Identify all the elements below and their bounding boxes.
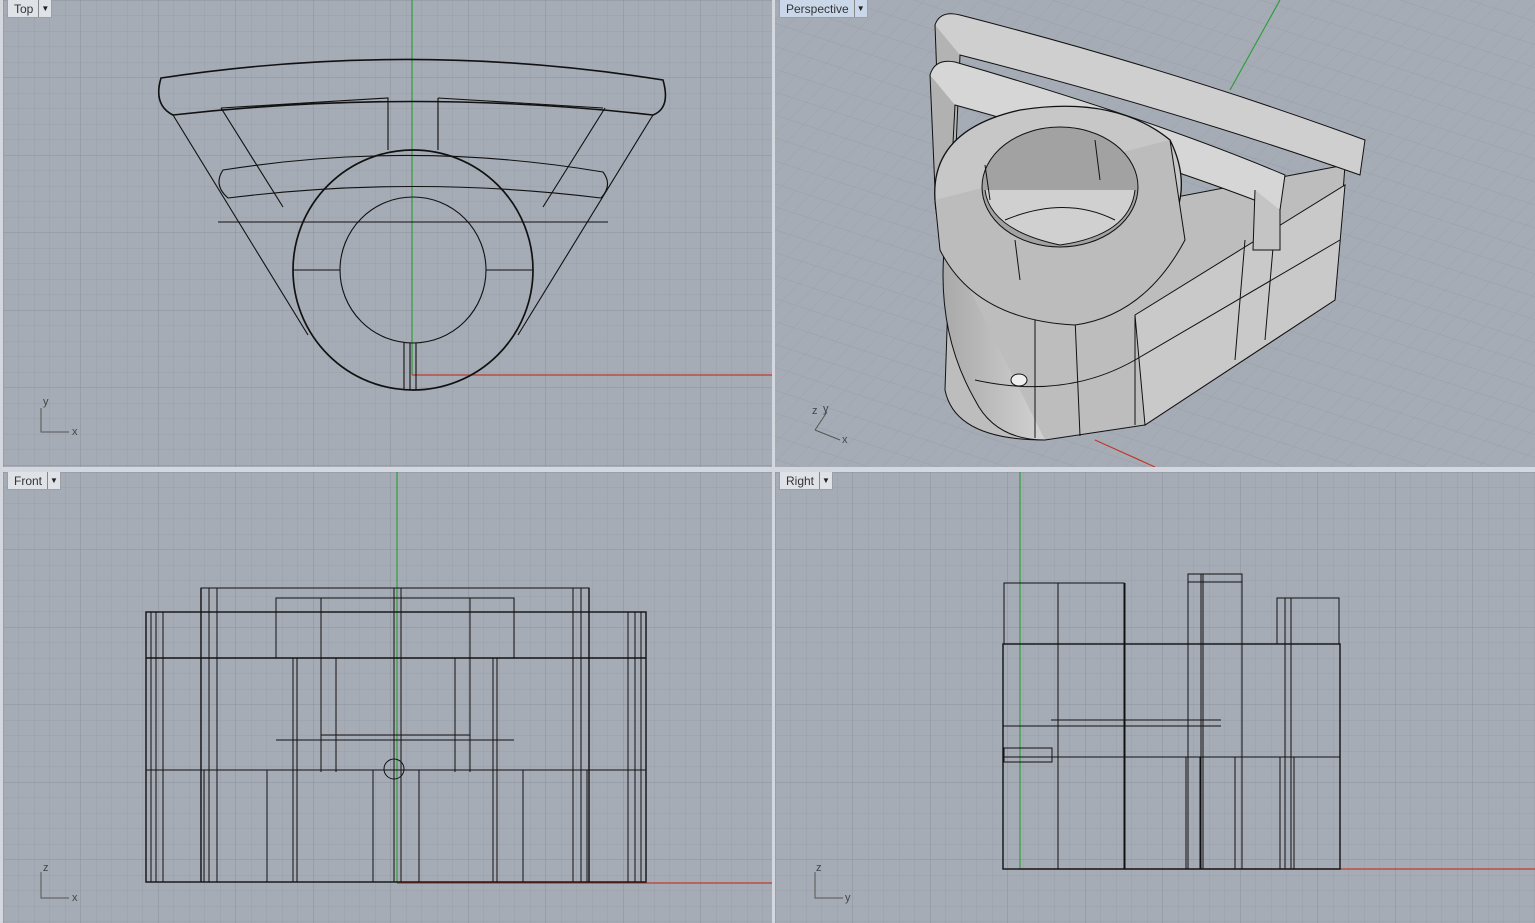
viewport-tab-right[interactable]: Right ▼	[779, 472, 834, 490]
axis-label-z: z	[816, 862, 822, 874]
grid	[3, 472, 772, 923]
top-canvas[interactable]: y x	[3, 0, 772, 467]
viewport-right[interactable]: Right ▼ z y	[775, 472, 1535, 923]
axis-label-y: y	[43, 396, 49, 408]
viewport-top[interactable]: Top ▼ y x	[3, 0, 772, 467]
viewport-tab-perspective[interactable]: Perspective ▼	[779, 0, 868, 18]
chevron-down-icon[interactable]: ▼	[853, 0, 867, 17]
viewport-label: Perspective	[786, 1, 849, 16]
front-canvas[interactable]: z x	[3, 472, 772, 923]
viewport-perspective[interactable]: Perspective ▼ z y x	[775, 0, 1535, 467]
viewport-front[interactable]: Front ▼ z x	[3, 472, 772, 923]
chevron-down-icon[interactable]: ▼	[38, 0, 51, 17]
perspective-canvas[interactable]: z y x	[775, 0, 1535, 467]
viewport-tab-top[interactable]: Top ▼	[7, 0, 53, 18]
axis-label-y: y	[845, 892, 851, 904]
axis-label-x: x	[72, 426, 78, 438]
viewport-label: Top	[14, 1, 34, 16]
axis-label-z: z	[43, 862, 49, 874]
axis-label-x: x	[842, 434, 848, 446]
chevron-down-icon[interactable]: ▼	[47, 472, 60, 489]
axis-label-y: y	[823, 403, 829, 415]
grid	[3, 0, 772, 467]
axis-label-x: x	[72, 892, 78, 904]
viewport-tab-front[interactable]: Front ▼	[7, 472, 62, 490]
grid	[775, 472, 1535, 923]
viewport-label: Front	[14, 473, 43, 488]
viewport-label: Right	[786, 473, 815, 488]
chevron-down-icon[interactable]: ▼	[819, 472, 832, 489]
axis-label-z: z	[812, 405, 818, 417]
right-canvas[interactable]: z y	[775, 472, 1535, 923]
